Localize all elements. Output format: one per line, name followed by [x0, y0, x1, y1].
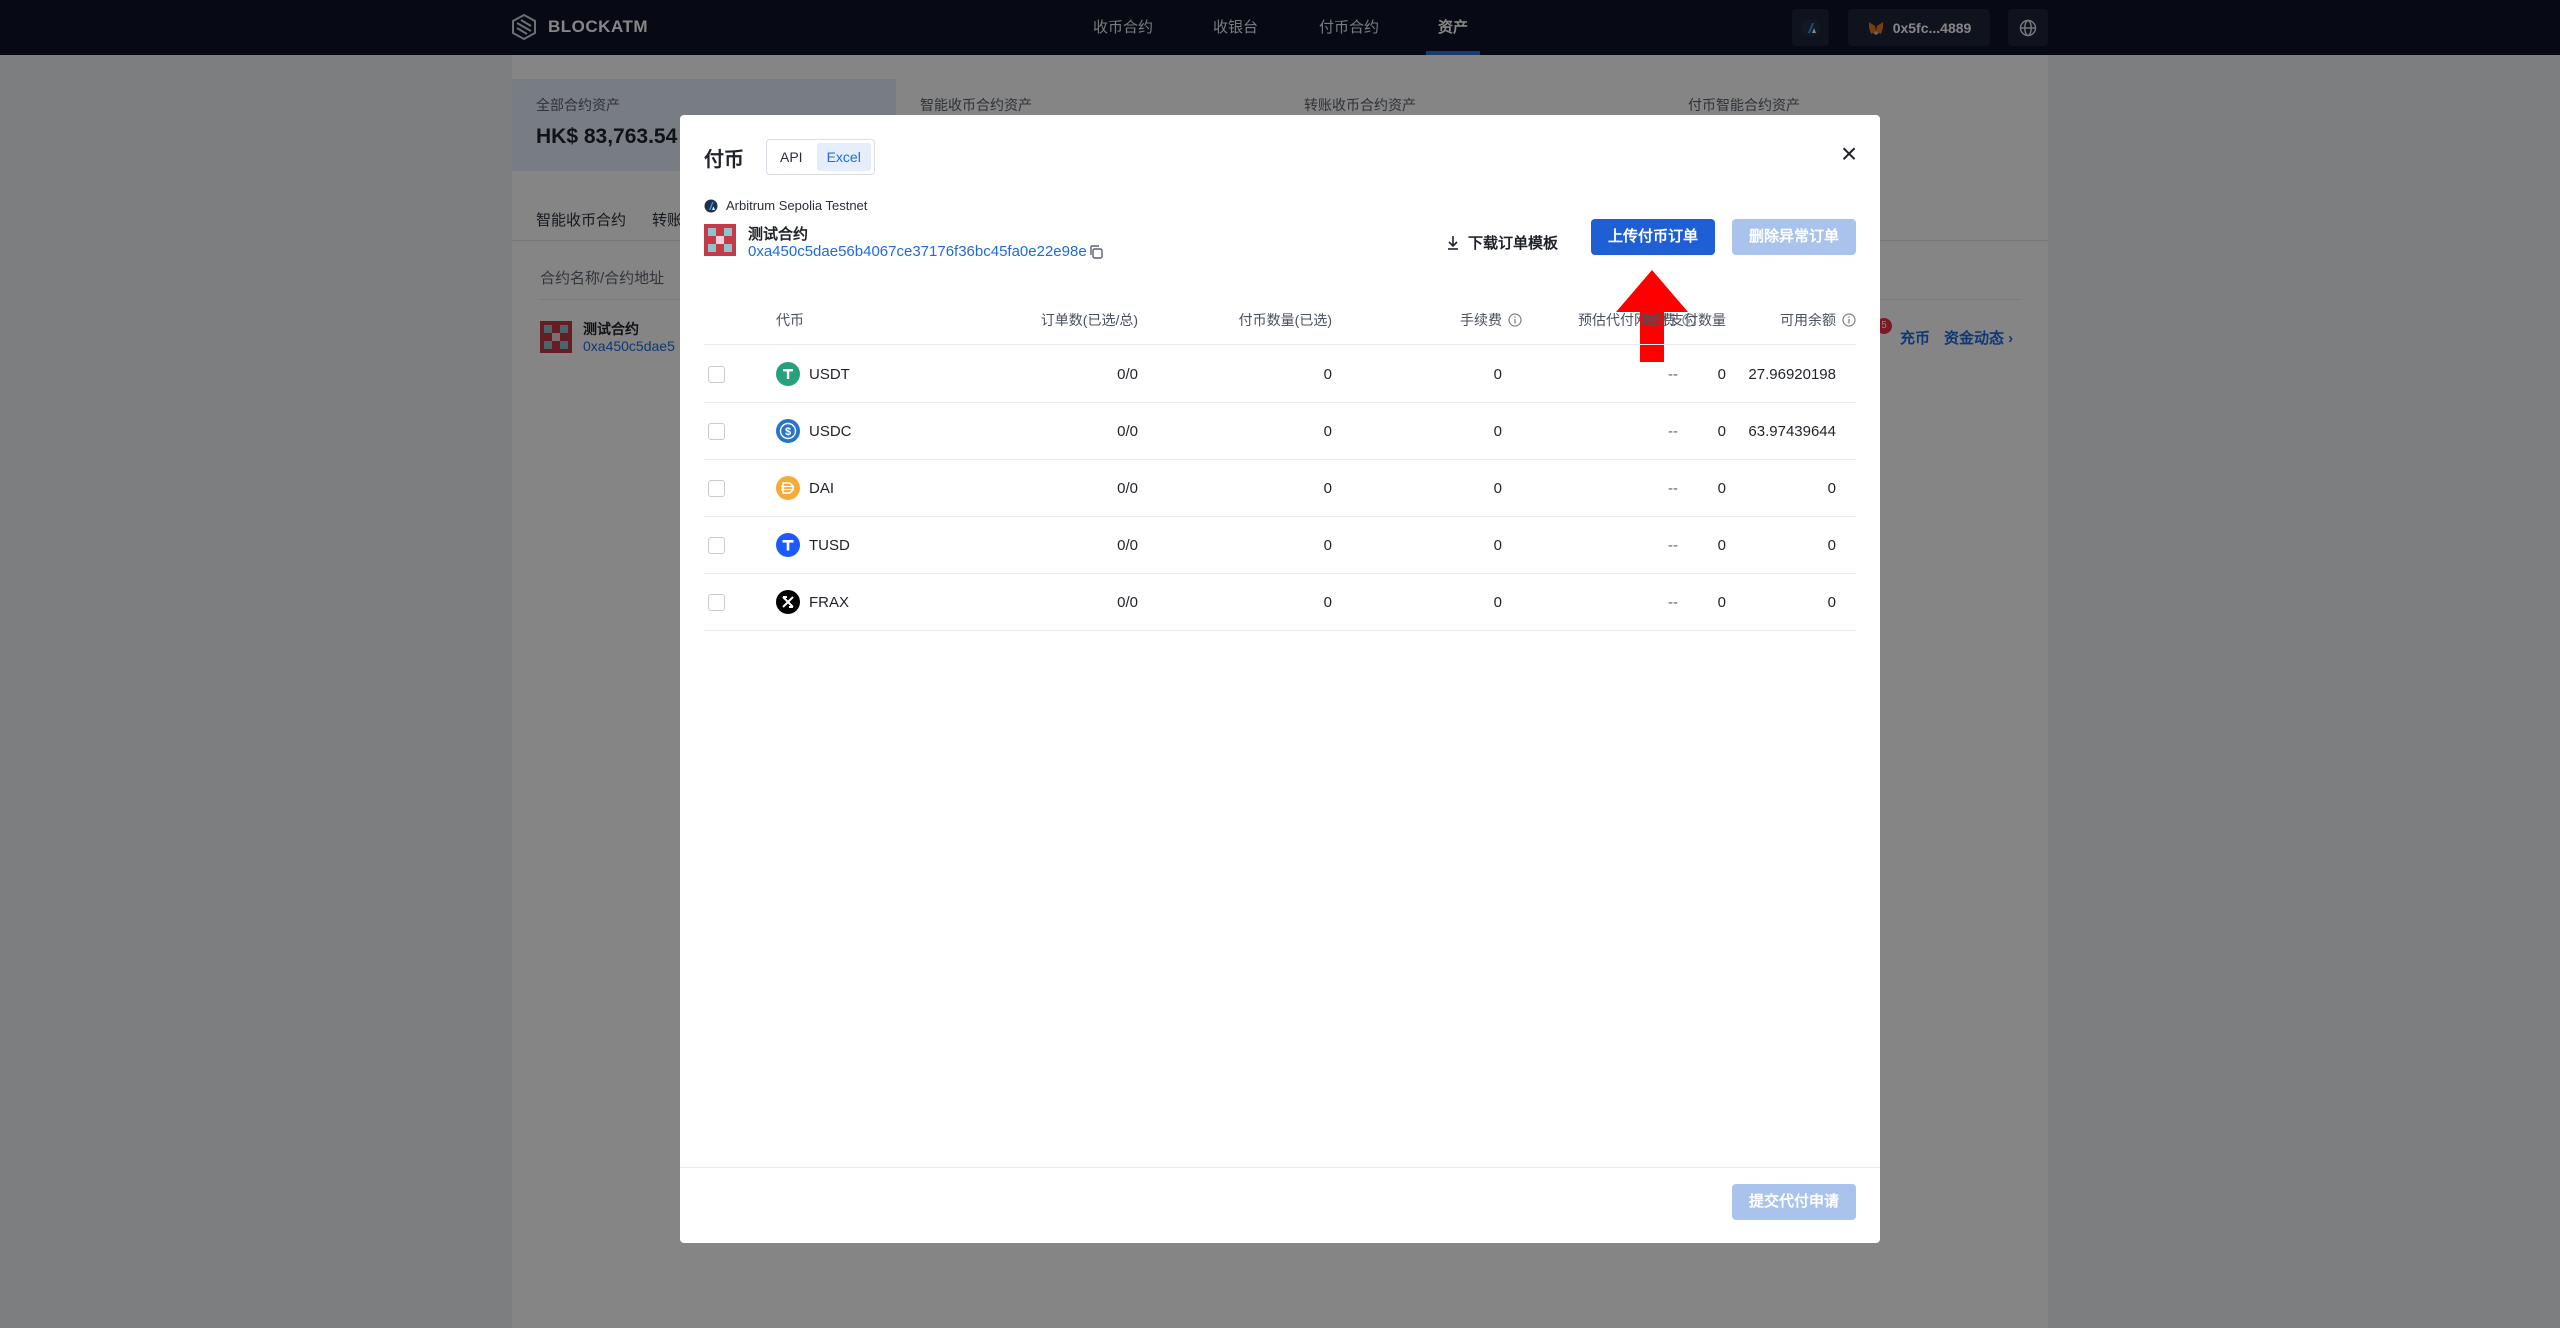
arbitrum-icon — [704, 199, 718, 212]
col-coin-label: 代币 — [776, 312, 804, 328]
cell-total: 0 — [1717, 366, 1726, 383]
coin-name: USDC — [809, 423, 852, 440]
col-fee: 手续费 — [1332, 310, 1522, 330]
pay-coin-modal: 付币 API Excel × Arbitrum Sepolia Testnet … — [680, 115, 1880, 1243]
delete-abnormal-orders-button[interactable]: 删除异常订单 — [1732, 219, 1856, 255]
info-icon[interactable] — [1842, 313, 1856, 327]
cell-fee: 0 — [1493, 537, 1502, 554]
usdt-icon — [776, 362, 800, 386]
svg-text:$: $ — [785, 426, 791, 438]
cell-total: 0 — [1717, 594, 1726, 611]
cell-total: 0 — [1717, 537, 1726, 554]
cell-total: 0 — [1717, 480, 1726, 497]
col-pay-amount-label: 付币数量(已选) — [1238, 312, 1332, 328]
cell-balance: 0 — [1827, 537, 1836, 554]
cell-balance: 0 — [1827, 594, 1836, 611]
cell-total: 0 — [1717, 423, 1726, 440]
cell-balance: 0 — [1827, 480, 1836, 497]
row-checkbox[interactable] — [708, 537, 725, 554]
cell-pay-amount: 0 — [1323, 594, 1332, 611]
modal-title: 付币 — [704, 149, 744, 171]
cell-pay-amount: 0 — [1323, 366, 1332, 383]
row-checkbox[interactable] — [708, 480, 725, 497]
frax-icon — [776, 590, 800, 614]
table-row: FRAX 0/0 0 0 -- 0 0 — [704, 574, 1856, 631]
upload-pay-orders-button[interactable]: 上传付币订单 — [1591, 219, 1715, 255]
cell-pay-amount: 0 — [1323, 423, 1332, 440]
row-checkbox[interactable] — [708, 594, 725, 611]
col-balance-label: 可用余额 — [1780, 312, 1836, 328]
coin-name: USDT — [809, 366, 850, 383]
cell-balance: 27.96920198 — [1748, 366, 1836, 383]
col-coin: 代币 — [776, 310, 804, 330]
network-name: Arbitrum Sepolia Testnet — [726, 198, 868, 213]
coin-name: DAI — [809, 480, 835, 497]
col-total-label: 总计支付数量 — [1642, 312, 1726, 328]
cell-pay-amount: 0 — [1323, 480, 1332, 497]
tusd-icon — [776, 533, 800, 557]
cell-orders: 0/0 — [1117, 537, 1138, 554]
info-icon[interactable] — [1508, 313, 1522, 327]
segment-excel[interactable]: Excel — [816, 143, 871, 171]
mode-segmented-control: API Excel — [766, 139, 875, 175]
dai-icon — [776, 476, 800, 500]
usdc-icon: $ — [776, 419, 800, 443]
copy-icon[interactable] — [1088, 244, 1104, 260]
cell-gas: -- — [1668, 480, 1678, 497]
contract-name: 测试合约 — [748, 226, 809, 243]
cell-gas: -- — [1668, 594, 1678, 611]
col-total-cell: 总计支付数量 — [1626, 310, 1726, 330]
cell-orders: 0/0 — [1117, 366, 1138, 383]
table-row: DAI 0/0 0 0 -- 0 0 — [704, 460, 1856, 517]
cell-gas: -- — [1668, 423, 1678, 440]
cell-gas: -- — [1668, 537, 1678, 554]
contract-avatar-icon — [704, 224, 736, 256]
close-icon[interactable]: × — [1836, 140, 1862, 168]
row-checkbox[interactable] — [708, 423, 725, 440]
segment-api[interactable]: API — [770, 143, 813, 171]
table-row: TUSD 0/0 0 0 -- 0 0 — [704, 517, 1856, 574]
cell-gas: -- — [1668, 366, 1678, 383]
col-pay-amount: 付币数量(已选) — [1138, 310, 1332, 330]
col-balance: 可用余额 — [1726, 310, 1856, 330]
cell-fee: 0 — [1493, 366, 1502, 383]
coin-name: FRAX — [809, 594, 850, 611]
cell-fee: 0 — [1493, 423, 1502, 440]
col-fee-label: 手续费 — [1460, 312, 1502, 328]
cell-pay-amount: 0 — [1323, 537, 1332, 554]
coin-table-header: 代币 订单数(已选/总) 付币数量(已选) 手续费 预估代付网络费 总计支付数量… — [704, 295, 1856, 345]
cell-fee: 0 — [1493, 480, 1502, 497]
row-checkbox[interactable] — [708, 366, 725, 383]
download-icon — [1448, 236, 1458, 250]
cell-balance: 63.97439644 — [1748, 423, 1836, 440]
col-orders: 订单数(已选/总) — [942, 310, 1138, 330]
cell-orders: 0/0 — [1117, 594, 1138, 611]
cell-orders: 0/0 — [1117, 423, 1138, 440]
table-row: $ USDC 0/0 0 0 -- 0 63.97439644 — [704, 403, 1856, 460]
submit-payment-request-button[interactable]: 提交代付申请 — [1732, 1184, 1856, 1220]
cell-orders: 0/0 — [1117, 480, 1138, 497]
footer-divider — [680, 1167, 1880, 1168]
download-template-label: 下载订单模板 — [1468, 234, 1559, 252]
contract-address[interactable]: 0xa450c5dae56b4067ce37176f36bc45fa0e22e9… — [748, 243, 1087, 260]
coin-name: TUSD — [809, 537, 850, 554]
network-label: Arbitrum Sepolia Testnet — [704, 198, 867, 213]
download-template-button[interactable]: 下载订单模板 — [1446, 225, 1558, 259]
table-row: USDT 0/0 0 0 -- 0 27.96920198 — [704, 346, 1856, 403]
cell-fee: 0 — [1493, 594, 1502, 611]
col-orders-label: 订单数(已选/总) — [1040, 312, 1138, 328]
